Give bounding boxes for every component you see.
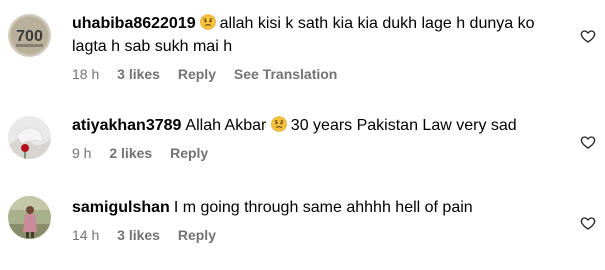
comment-message: I m going through same ahhhh hell of pai… [173,199,473,216]
comment-body: uhabiba8622019 allah kisi k sath kia kia … [72,12,562,82]
heart-icon[interactable] [580,215,596,231]
reply-button[interactable]: Reply [170,145,208,161]
avatar[interactable] [8,116,51,159]
comment-body: samigulshan I m going through same ahhhh … [72,196,562,243]
comment-body: atiyakhan3789 Allah Akbar 30 years Pakist… [72,114,562,161]
see-translation-button[interactable]: See Translation [234,66,337,82]
avatar-image [8,196,51,239]
comment-likes[interactable]: 2 likes [109,145,152,161]
comment-username[interactable]: uhabiba8622019 [72,15,196,32]
sad-face-emoji-icon [270,116,287,132]
comment-text: uhabiba8622019 allah kisi k sath kia kia … [72,12,562,58]
comment-time: 14 h [72,227,100,243]
comment-time: 9 h [72,145,92,161]
comment-text: atiyakhan3789 Allah Akbar 30 years Pakist… [72,114,562,137]
comment-meta: 9 h 2 likes Reply [72,145,562,161]
heart-icon[interactable] [580,28,596,44]
avatar-image [8,116,51,159]
reply-button[interactable]: Reply [178,227,216,243]
comment-message-part: Allah Akbar [185,117,267,134]
avatar-image: 700 [8,14,51,57]
sad-face-emoji-icon [199,14,216,30]
comment-username[interactable]: samigulshan [72,199,170,216]
comment-meta: 14 h 3 likes Reply [72,227,562,243]
avatar-text: 700 [16,28,43,45]
comment-time: 18 h [72,66,100,82]
avatar[interactable]: 700 [8,14,51,57]
comment-likes[interactable]: 3 likes [117,227,160,243]
comment-message-part: 30 years Pakistan Law very sad [290,117,517,134]
avatar[interactable] [8,196,51,239]
comment-text: samigulshan I m going through same ahhhh … [72,196,562,219]
reply-button[interactable]: Reply [178,66,216,82]
comment-username[interactable]: atiyakhan3789 [72,117,181,134]
heart-icon[interactable] [580,134,596,150]
comment-meta: 18 h 3 likes Reply See Translation [72,66,562,82]
comments-list: 700 uhabiba8622019 allah kisi k sath kia … [0,0,605,270]
comment-likes[interactable]: 3 likes [117,66,160,82]
